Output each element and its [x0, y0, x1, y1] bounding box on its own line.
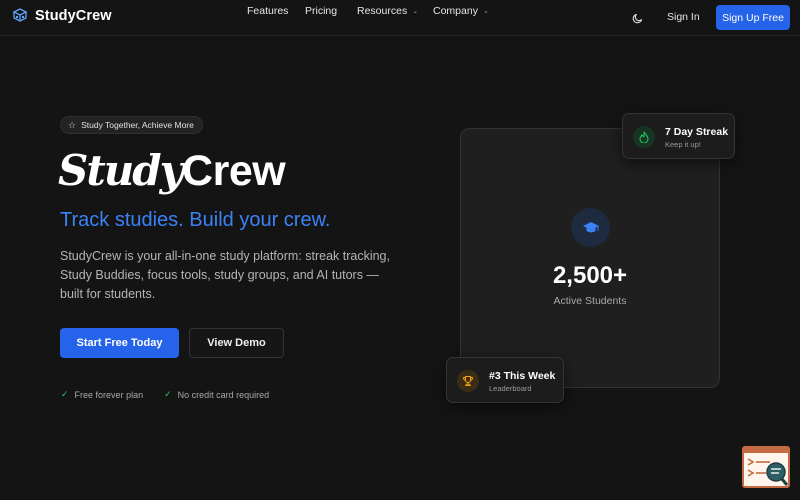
check-icon: ✓: [61, 389, 69, 399]
hero-badge: ☆ Study Together, Achieve More: [60, 116, 203, 134]
rank-card: #3 This Week Leaderboard: [446, 357, 564, 403]
sign-up-button[interactable]: Sign Up Free: [716, 5, 790, 30]
rank-subtitle: Leaderboard: [489, 384, 532, 393]
logo-icon: [12, 8, 28, 24]
sign-in-link[interactable]: Sign In: [667, 11, 700, 23]
trophy-icon: [457, 370, 479, 392]
brand-name: StudyCrew: [35, 8, 112, 24]
nav-link-label: Pricing: [305, 5, 338, 17]
view-demo-button[interactable]: View Demo: [189, 328, 284, 358]
graduation-cap-icon: [571, 208, 610, 247]
check-label: No credit card required: [177, 389, 270, 400]
flame-icon: [633, 126, 655, 148]
hero-tagline: Track studies. Build your crew.: [60, 209, 331, 231]
nav-link-company[interactable]: Company ⌄: [433, 5, 489, 17]
rank-title: #3 This Week: [489, 370, 556, 382]
moon-icon[interactable]: [632, 11, 644, 24]
stat-value: 2,500+: [552, 262, 628, 289]
streak-subtitle: Keep it up!: [665, 140, 701, 149]
hero-title: Study Crew: [58, 146, 286, 202]
check-item: ✓ Free forever plan: [61, 389, 143, 400]
check-icon: ✓: [164, 389, 172, 399]
chevron-down-icon: ⌄: [412, 8, 419, 15]
hero-title-script: Study: [58, 146, 184, 195]
feature-checks: ✓ Free forever plan ✓ No credit card req…: [61, 389, 269, 400]
stat-label: Active Students: [553, 295, 627, 307]
streak-card: 7 Day Streak Keep it up!: [622, 113, 735, 159]
nav-link-label: Resources: [357, 5, 408, 17]
nav-link-resources[interactable]: Resources ⌄: [357, 5, 418, 17]
check-label: Free forever plan: [74, 389, 144, 400]
nav-link-features[interactable]: Features: [247, 5, 288, 17]
brand[interactable]: StudyCrew: [12, 8, 112, 24]
nav-link-label: Company: [433, 5, 478, 17]
check-item: ✓ No credit card required: [164, 389, 269, 400]
star-icon: ☆: [68, 119, 77, 130]
feedback-widget-icon[interactable]: [742, 446, 790, 488]
start-free-button[interactable]: Start Free Today: [60, 328, 179, 358]
stats-card: [460, 128, 720, 388]
hero-description: StudyCrew is your all-in-one study platf…: [60, 249, 390, 301]
streak-title: 7 Day Streak: [665, 126, 729, 138]
nav-link-label: Features: [247, 5, 289, 17]
top-nav: StudyCrew Features Pricing Resources ⌄ C…: [0, 0, 800, 36]
chevron-down-icon: ⌄: [482, 8, 489, 15]
nav-link-pricing[interactable]: Pricing: [305, 5, 337, 17]
hero-title-plain: Crew: [182, 147, 286, 195]
hero-badge-label: Study Together, Achieve More: [81, 120, 194, 130]
